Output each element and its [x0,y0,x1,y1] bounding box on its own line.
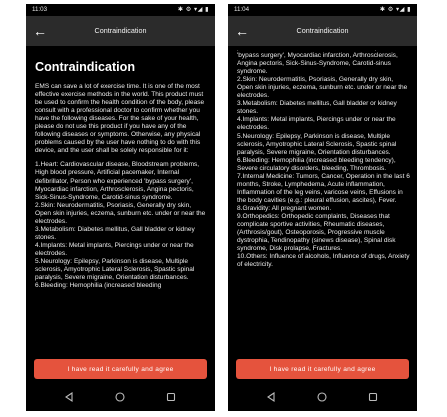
scroll-content[interactable]: Contraindication EMS can save a lot of e… [35,60,208,351]
app-bar-title: Contraindication [94,26,147,35]
nav-recents-icon[interactable] [367,391,379,403]
contraindication-item: 1.Heart: Cardiovascular disease, Bloodst… [35,161,200,201]
contraindication-item: 5.Neurology: Epilepsy, Parkinson is dise… [35,257,195,282]
nav-home-icon[interactable] [114,391,126,403]
contraindication-item: 9.Orthopedics: Orthopedic complaints, Di… [237,212,396,253]
contraindication-item: 8.Gravidity: All pregnant women. [237,204,332,212]
phone-screen-left: 11:03 ✱ ⚙ ▾◢ ▮ ← Contraindication Contra… [26,4,215,411]
contraindication-item: 2.Skin: Neurodermatitis, Psoriasis, Gene… [35,201,206,225]
system-nav-bar [228,383,417,411]
agree-button[interactable]: I have read it carefully and agree [34,359,207,379]
nav-back-icon[interactable] [63,391,75,403]
phone-screen-right: 11:04 ✱ ⚙ ▾◢ ▮ ← Contraindication pacema… [228,4,417,411]
body-text: pacemaker, Internal defibrillator, Perso… [237,50,410,269]
contraindication-item: 5.Neurology: Epilepsy, Parkinson is dise… [237,132,397,156]
status-bar: 11:03 ✱ ⚙ ▾◢ ▮ [26,4,215,16]
contraindication-item: 3.Metabolism: Diabetes mellitus, Gall bl… [35,225,195,241]
contraindication-item: 6.Bleeding: Hemophilia (increased bleedi… [35,282,162,290]
app-bar: ← Contraindication [26,16,215,46]
intro-paragraph: EMS can save a lot of exercise time. It … [35,83,205,155]
status-time: 11:03 [32,6,48,13]
status-icons: ✱ ⚙ ▾◢ ▮ [379,6,411,13]
contraindication-item: 4.Implants: Metal implants, Piercings un… [35,241,194,257]
contraindication-item-partial: pacemaker, Internal defibrillator, Perso… [237,50,404,76]
app-bar-title: Contraindication [296,26,349,35]
contraindication-item: 10.Others: Influence of alcohols, Influe… [237,253,410,269]
app-bar: ← Contraindication [228,16,417,46]
nav-back-icon[interactable] [265,391,277,403]
status-bar: 11:04 ✱ ⚙ ▾◢ ▮ [228,4,417,16]
contraindication-item: 7.Internal Medicine: Tumors, Cancer, Ope… [237,172,410,204]
contraindication-item: 3.Metabolism: Diabetes mellitus, Gall bl… [237,100,397,116]
agree-button[interactable]: I have read it carefully and agree [236,359,409,379]
nav-recents-icon[interactable] [165,391,177,403]
status-time: 11:04 [234,6,250,13]
contraindication-item: 2.Skin: Neurodermatitis, Psoriasis, Gene… [237,76,408,100]
nav-home-icon[interactable] [316,391,328,403]
contraindication-item: 4.Implants: Metal implants, Piercings un… [237,116,396,132]
system-nav-bar [26,383,215,411]
status-icons: ✱ ⚙ ▾◢ ▮ [177,6,209,13]
body-text: EMS can save a lot of exercise time. It … [35,83,208,290]
scroll-content[interactable]: pacemaker, Internal defibrillator, Perso… [237,50,410,351]
contraindication-item: 6.Bleeding: Hemophilia (increased bleedi… [237,156,396,172]
page-title: Contraindication [35,60,136,74]
